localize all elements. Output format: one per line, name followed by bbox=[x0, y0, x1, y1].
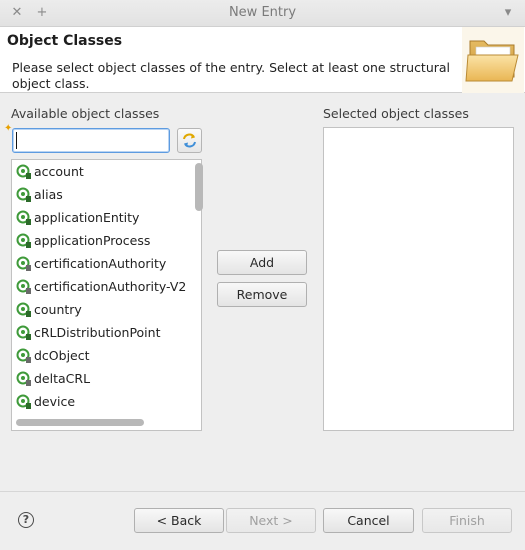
list-item-label: certificationAuthority bbox=[34, 256, 167, 271]
filter-field[interactable] bbox=[12, 128, 170, 153]
next-button[interactable]: Next > bbox=[226, 508, 316, 533]
list-item[interactable]: dcObject bbox=[15, 345, 185, 367]
auxiliary-class-icon bbox=[16, 348, 31, 363]
refresh-icon bbox=[183, 133, 196, 148]
content-assist-indicator-icon: ✦ bbox=[4, 123, 13, 134]
list-item-label: applicationEntity bbox=[34, 210, 140, 225]
auxiliary-class-icon bbox=[16, 371, 31, 386]
vertical-scrollbar[interactable] bbox=[195, 161, 203, 411]
list-item[interactable]: account bbox=[15, 161, 185, 183]
list-item-label: certificationAuthority-V2 bbox=[34, 279, 187, 294]
list-item-label: alias bbox=[34, 187, 63, 202]
list-item-label: account bbox=[34, 164, 84, 179]
auxiliary-class-icon bbox=[16, 279, 31, 294]
list-item[interactable]: device bbox=[15, 391, 185, 413]
folder-icon bbox=[462, 27, 524, 93]
title-bar: ✕ + New Entry ▾ bbox=[0, 0, 525, 27]
list-item[interactable]: certificationAuthority bbox=[15, 253, 185, 275]
list-item[interactable]: applicationProcess bbox=[15, 230, 185, 252]
structural-class-icon bbox=[16, 233, 31, 248]
remove-button[interactable]: Remove bbox=[217, 282, 307, 307]
structural-class-icon bbox=[16, 394, 31, 409]
list-item-label: deltaCRL bbox=[34, 371, 91, 386]
selected-classes-list[interactable] bbox=[323, 127, 514, 431]
auxiliary-class-icon bbox=[16, 256, 31, 271]
list-item-label: cRLDistributionPoint bbox=[34, 325, 161, 340]
list-item[interactable]: cRLDistributionPoint bbox=[15, 322, 185, 344]
add-button[interactable]: Add bbox=[217, 250, 307, 275]
cancel-button[interactable]: Cancel bbox=[323, 508, 414, 533]
list-item-label: applicationProcess bbox=[34, 233, 151, 248]
horizontal-scroll-thumb[interactable] bbox=[16, 419, 144, 426]
footer-divider bbox=[0, 491, 525, 492]
selected-classes-label: Selected object classes bbox=[323, 106, 469, 121]
window-menu-icon[interactable]: ▾ bbox=[500, 5, 516, 21]
vertical-scroll-thumb[interactable] bbox=[195, 163, 203, 211]
list-item[interactable]: alias bbox=[15, 184, 185, 206]
refresh-button[interactable] bbox=[177, 128, 202, 153]
finish-button[interactable]: Finish bbox=[422, 508, 512, 533]
back-button[interactable]: < Back bbox=[134, 508, 224, 533]
wizard-banner: Object Classes Please select object clas… bbox=[0, 27, 525, 93]
structural-class-icon bbox=[16, 187, 31, 202]
list-item-label: dcObject bbox=[34, 348, 90, 363]
list-item[interactable]: certificationAuthority-V2 bbox=[15, 276, 187, 298]
structural-class-icon bbox=[16, 302, 31, 317]
structural-class-icon bbox=[16, 210, 31, 225]
filter-input[interactable] bbox=[13, 129, 169, 152]
structural-class-icon bbox=[16, 164, 31, 179]
window-title: New Entry bbox=[228, 5, 297, 20]
list-item[interactable]: applicationEntity bbox=[15, 207, 185, 229]
list-item-label: device bbox=[34, 394, 76, 409]
available-classes-list[interactable]: account alias applicationEntity application… bbox=[11, 159, 203, 431]
help-icon[interactable]: ? bbox=[18, 512, 34, 528]
text-caret bbox=[16, 132, 17, 149]
structural-class-icon bbox=[16, 325, 31, 340]
list-item[interactable]: deltaCRL bbox=[15, 368, 185, 390]
horizontal-scrollbar[interactable] bbox=[13, 416, 199, 428]
available-classes-label: Available object classes bbox=[11, 106, 160, 121]
page-title: Object Classes bbox=[7, 33, 123, 49]
list-item[interactable]: country bbox=[15, 299, 185, 321]
list-item-label: country bbox=[34, 302, 82, 317]
page-message: Please select object classes of the entr… bbox=[12, 60, 451, 91]
